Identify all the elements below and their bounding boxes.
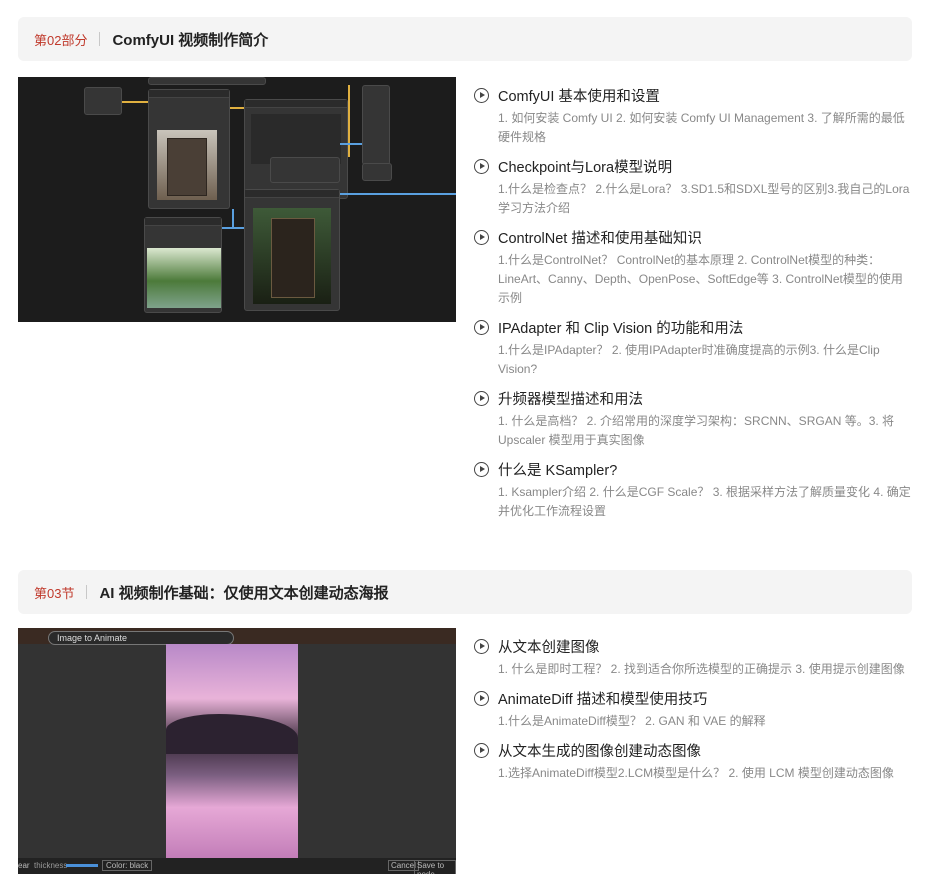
lesson-desc: 1.什么是检查点？ 2.什么是Lora？ 3.SD1.5和SDXL型号的区别3.… [498,182,910,215]
node-label-box: Image to Animate [48,631,234,645]
section-title: ComfyUI 视频制作简介 [112,31,269,49]
lesson-title[interactable]: 什么是 KSampler? [498,459,617,480]
generated-image [166,644,298,862]
comfyui-workflow-thumbnail[interactable] [18,77,456,322]
lesson-item[interactable]: 从文本生成的图像创建动态图像 1.选择AnimateDiff模型2.LCM模型是… [474,739,914,783]
play-circle-icon[interactable] [474,87,489,103]
editor-toolbar: ear thickness Color: black Cancel Save t… [18,858,456,874]
node-label: Image to Animate [57,633,128,643]
lesson-title[interactable]: IPAdapter 和 Clip Vision 的功能和用法 [498,317,743,338]
animate-editor-thumbnail[interactable]: Image to Animate ear thickness Color: bl… [18,628,456,874]
save-to-node-button[interactable]: Save to node [414,860,456,874]
section-title: AI 视频制作基础：仅使用文本创建动态海报 [99,584,389,602]
play-circle-icon[interactable] [474,390,489,406]
play-circle-icon[interactable] [474,158,489,174]
play-circle-icon[interactable] [474,319,489,335]
lesson-title[interactable]: 升频器模型描述和用法 [498,388,643,409]
node-save-image [244,189,340,311]
lesson-desc: 1. 什么是高档？ 2. 介绍常用的深度学习架构：SRCNN、SRGAN 等。3… [498,414,895,447]
lesson-title[interactable]: 从文本创建图像 [498,636,600,657]
lesson-desc: 1. 如何安装 Comfy UI 2. 如何安装 Comfy UI Manage… [498,111,905,144]
play-circle-icon[interactable] [474,690,489,706]
lesson-list-03: 从文本创建图像 1. 什么是即时工程？ 2. 找到适合你所选模型的正确提示 3.… [474,635,914,791]
node-box [362,163,392,181]
lesson-desc: 1.选择AnimateDiff模型2.LCM模型是什么？ 2. 使用 LCM 模… [498,766,894,780]
thickness-slider[interactable] [66,864,98,867]
lesson-desc: 1.什么是IPAdapter？ 2. 使用IPAdapter时准确度提高的示例3… [498,343,880,376]
section-header-03: 第03节 AI 视频制作基础：仅使用文本创建动态海报 [18,570,912,614]
lesson-title[interactable]: ComfyUI 基本使用和设置 [498,85,660,106]
lesson-title[interactable]: Checkpoint与Lora模型说明 [498,156,672,177]
node-load-image-2 [144,217,222,313]
lesson-item[interactable]: 从文本创建图像 1. 什么是即时工程？ 2. 找到适合你所选模型的正确提示 3.… [474,635,914,679]
lesson-desc: 1.什么是ControlNet？ ControlNet的基本原理 2. Cont… [498,253,903,305]
node-box [148,77,266,85]
play-circle-icon[interactable] [474,229,489,245]
lesson-item[interactable]: 什么是 KSampler? 1. Ksampler介绍 2. 什么是CGF Sc… [474,458,914,521]
lesson-item[interactable]: ControlNet 描述和使用基础知识 1.什么是ControlNet？ Co… [474,226,914,308]
lesson-item[interactable]: 升频器模型描述和用法 1. 什么是高档？ 2. 介绍常用的深度学习架构：SRCN… [474,387,914,450]
lesson-item[interactable]: IPAdapter 和 Clip Vision 的功能和用法 1.什么是IPAd… [474,316,914,379]
divider [86,585,88,599]
lesson-item[interactable]: ComfyUI 基本使用和设置 1. 如何安装 Comfy UI 2. 如何安装… [474,84,914,147]
lesson-title[interactable]: 从文本生成的图像创建动态图像 [498,740,701,761]
play-circle-icon[interactable] [474,742,489,758]
node-clip-text-encode [244,99,348,199]
lesson-list-02: ComfyUI 基本使用和设置 1. 如何安装 Comfy UI 2. 如何安装… [474,84,914,529]
lesson-desc: 1.什么是AnimateDiff模型？ 2. GAN 和 VAE 的解释 [498,714,766,728]
section-tag: 第03节 [34,585,75,601]
clear-button[interactable]: ear [18,861,30,870]
thickness-label: thickness [34,861,68,870]
section-header-02: 第02部分 ComfyUI 视频制作简介 [18,17,912,61]
node-box [362,85,390,165]
node-load-image [148,89,230,209]
node-box [270,157,340,183]
lesson-desc: 1. Ksampler介绍 2. 什么是CGF Scale？ 3. 根据采样方法… [498,485,911,518]
play-circle-icon[interactable] [474,461,489,477]
node-box [84,87,122,115]
lesson-title[interactable]: AnimateDiff 描述和模型使用技巧 [498,688,707,709]
lesson-item[interactable]: AnimateDiff 描述和模型使用技巧 1.什么是AnimateDiff模型… [474,687,914,731]
section-tag: 第02部分 [34,32,88,48]
divider [99,32,101,46]
lesson-item[interactable]: Checkpoint与Lora模型说明 1.什么是检查点？ 2.什么是Lora？… [474,155,914,218]
lesson-title[interactable]: ControlNet 描述和使用基础知识 [498,227,702,248]
color-button[interactable]: Color: black [102,860,153,871]
play-circle-icon[interactable] [474,638,489,654]
lesson-desc: 1. 什么是即时工程？ 2. 找到适合你所选模型的正确提示 3. 使用提示创建图… [498,662,905,676]
